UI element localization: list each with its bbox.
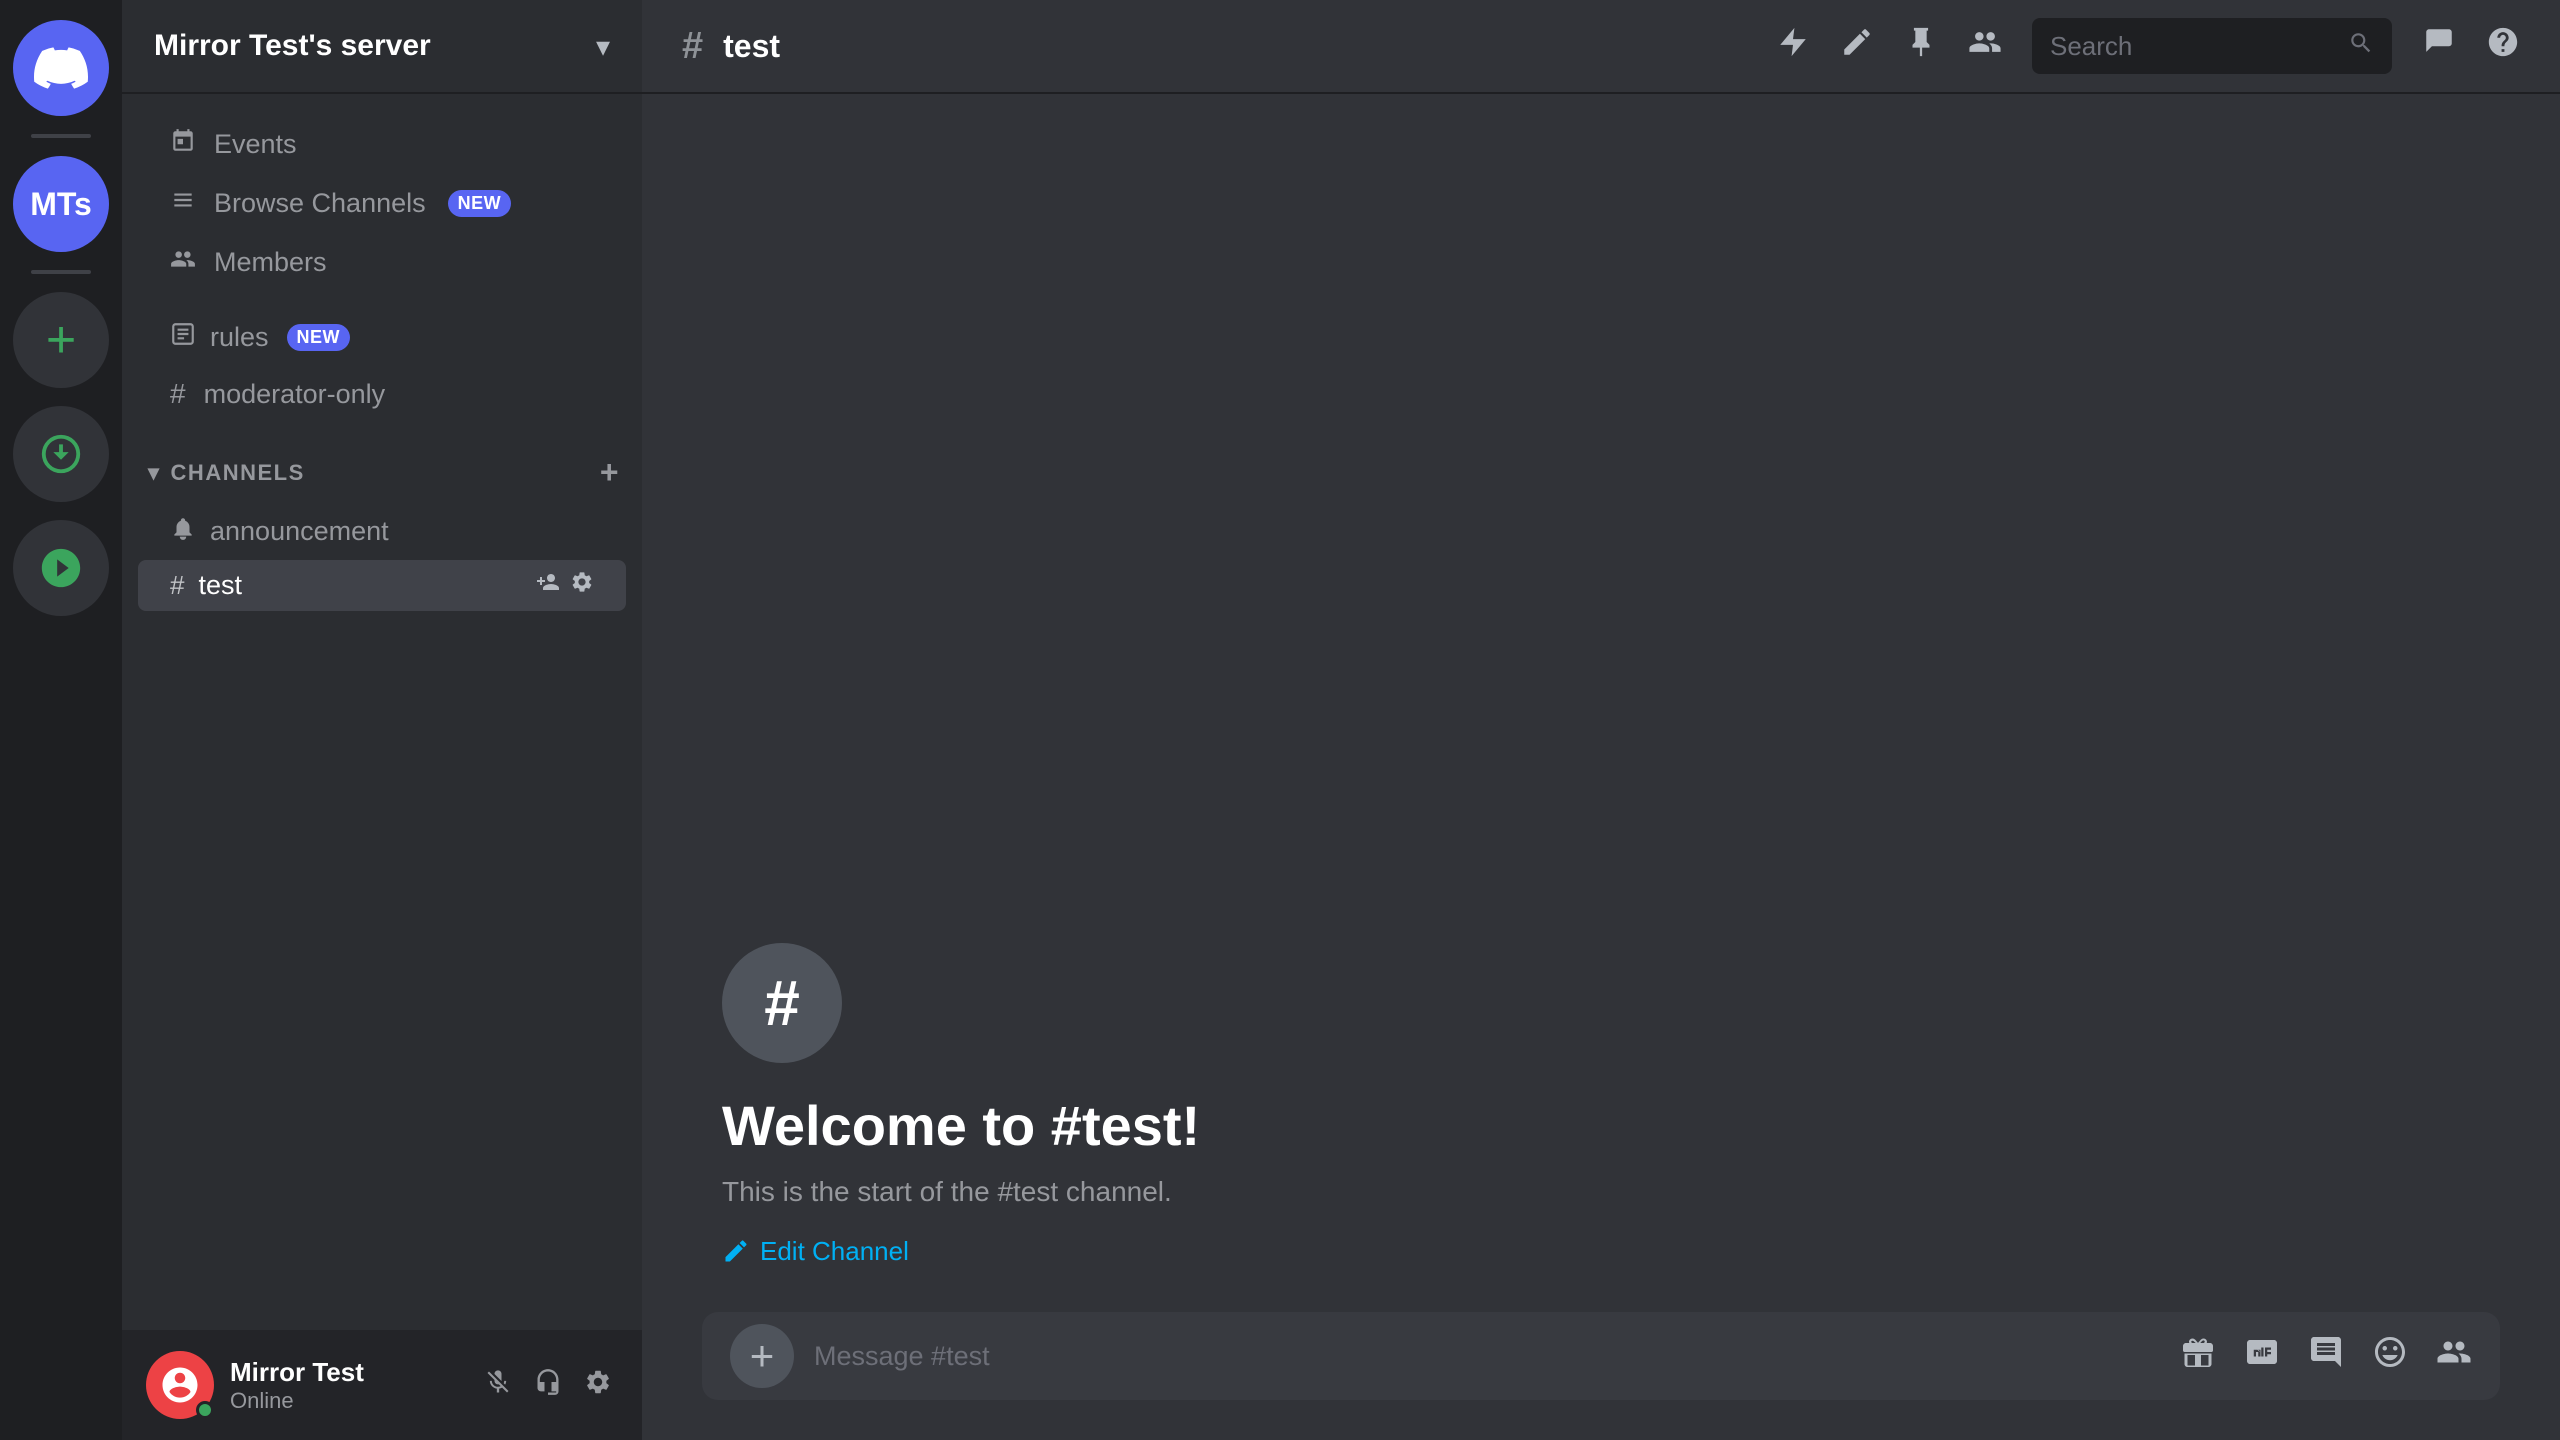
chevron-down-icon: ▾ <box>596 30 610 63</box>
rules-new-badge: NEW <box>287 324 351 351</box>
sidebar-item-members[interactable]: Members <box>138 234 626 291</box>
user-settings-button[interactable] <box>578 1362 618 1409</box>
deafen-button[interactable] <box>528 1362 568 1409</box>
chat-area: # Welcome to #test! This is the start of… <box>642 94 2560 1440</box>
rules-icon <box>170 321 196 354</box>
rail-divider-1 <box>31 134 91 138</box>
rail-divider-2 <box>31 270 91 274</box>
boost-icon[interactable] <box>1776 25 1810 68</box>
add-channel-button[interactable]: + <box>596 450 624 495</box>
sticker-icon[interactable] <box>2308 1334 2344 1379</box>
channel-item-announcement[interactable]: announcement <box>138 505 626 558</box>
message-input-area: + Message #test <box>642 1312 2560 1440</box>
user-panel: Mirror Test Online <box>122 1330 642 1440</box>
download-apps-button[interactable] <box>13 406 109 502</box>
browse-channels-new-badge: NEW <box>448 190 512 217</box>
channels-collapse-icon: ▾ <box>148 460 161 486</box>
add-server-button[interactable]: + <box>13 292 109 388</box>
sidebar-item-moderator-only[interactable]: # moderator-only <box>138 366 626 422</box>
edit-channel-link[interactable]: Edit Channel <box>722 1236 909 1267</box>
channel-item-label-announcement: announcement <box>210 516 389 547</box>
message-right-icons <box>2180 1334 2472 1379</box>
user-actions <box>478 1362 618 1409</box>
attach-file-button[interactable]: + <box>730 1324 794 1388</box>
sidebar-item-label-members: Members <box>214 247 327 278</box>
test-channel-hash-icon: # <box>170 570 184 601</box>
pinned-messages-icon[interactable] <box>1904 25 1938 68</box>
welcome-section: # Welcome to #test! This is the start of… <box>642 883 2560 1313</box>
server-header[interactable]: Mirror Test's server ▾ <box>122 0 642 94</box>
topbar-channel-name: test <box>723 28 780 65</box>
sidebar-item-browse-channels[interactable]: Browse Channels NEW <box>138 175 626 232</box>
explore-servers-button[interactable] <box>13 520 109 616</box>
gif-icon[interactable] <box>2244 1334 2280 1379</box>
sidebar-item-events[interactable]: Events <box>138 116 626 173</box>
announcement-icon <box>170 515 196 548</box>
edit-icon[interactable] <box>1840 25 1874 68</box>
events-icon <box>170 128 196 161</box>
search-icon <box>2348 30 2374 63</box>
server-rail: MTs + <box>0 0 122 1440</box>
mute-microphone-button[interactable] <box>478 1362 518 1409</box>
moderator-only-icon: # <box>170 378 186 410</box>
main-content: # test Search <box>642 0 2560 1440</box>
message-input-box[interactable]: + Message #test <box>702 1312 2500 1400</box>
browse-channels-icon <box>170 187 196 220</box>
sidebar-item-label-events: Events <box>214 129 297 160</box>
channel-sidebar: Mirror Test's server ▾ Events Browse Cha… <box>122 0 642 1440</box>
sidebar-item-label-moderator: moderator-only <box>204 379 386 410</box>
welcome-description: This is the start of the #test channel. <box>722 1176 2480 1208</box>
gift-icon[interactable] <box>2180 1334 2216 1379</box>
channel-actions <box>536 570 594 601</box>
edit-channel-label: Edit Channel <box>760 1236 909 1267</box>
sidebar-item-label-browse: Browse Channels <box>214 188 426 219</box>
topbar: # test Search <box>642 0 2560 94</box>
topbar-channel-hash-icon: # <box>682 25 703 68</box>
user-status-dot <box>196 1401 214 1419</box>
sidebar-item-rules[interactable]: rules NEW <box>138 311 626 364</box>
welcome-title: Welcome to #test! <box>722 1093 2480 1158</box>
mention-icon[interactable] <box>2436 1334 2472 1379</box>
help-icon[interactable] <box>2486 25 2520 68</box>
channel-settings-icon[interactable] <box>570 570 594 601</box>
message-placeholder: Message #test <box>814 1341 2130 1372</box>
welcome-hash-icon: # <box>722 943 842 1063</box>
user-avatar <box>146 1351 214 1419</box>
sidebar-item-label-rules: rules <box>210 322 269 353</box>
add-members-icon[interactable] <box>536 570 560 601</box>
search-placeholder-text: Search <box>2050 31 2336 62</box>
server-icon-mt[interactable]: MTs <box>13 156 109 252</box>
user-info: Mirror Test Online <box>230 1357 462 1414</box>
search-box[interactable]: Search <box>2032 18 2392 74</box>
server-name: Mirror Test's server <box>154 29 582 63</box>
topbar-icons: Search <box>1776 18 2520 74</box>
member-list-icon[interactable] <box>1968 25 2002 68</box>
inbox-icon[interactable] <box>2422 25 2456 68</box>
channels-section: ▾ CHANNELS + announcement # test <box>122 442 642 611</box>
user-status-text: Online <box>230 1388 462 1414</box>
user-name: Mirror Test <box>230 1357 462 1388</box>
members-icon <box>170 246 196 279</box>
channel-item-label-test: test <box>198 570 242 601</box>
channels-section-label: CHANNELS <box>171 460 596 486</box>
emoji-icon[interactable] <box>2372 1334 2408 1379</box>
channel-item-test[interactable]: # test <box>138 560 626 611</box>
sidebar-content: Events Browse Channels NEW Members rules <box>122 94 642 1330</box>
channels-section-header[interactable]: ▾ CHANNELS + <box>122 442 642 503</box>
discord-logo-button[interactable] <box>13 20 109 116</box>
